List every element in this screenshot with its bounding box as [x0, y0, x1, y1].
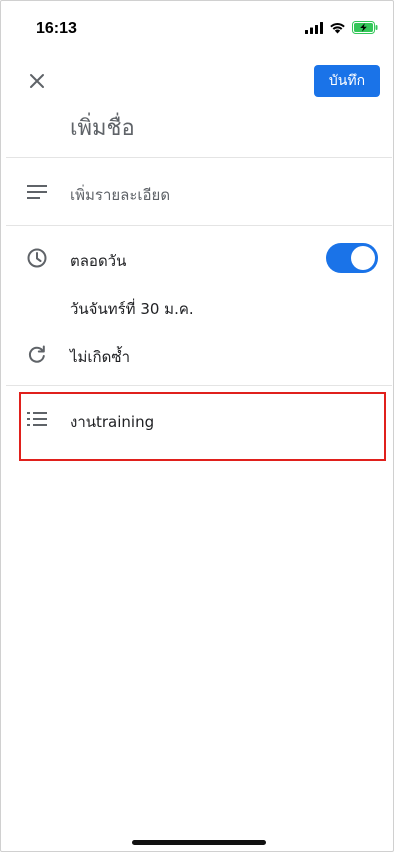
- divider: [6, 385, 392, 386]
- close-button[interactable]: [24, 68, 50, 94]
- wifi-icon: [330, 22, 345, 33]
- all-day-toggle[interactable]: [326, 243, 378, 273]
- highlight-box: [19, 392, 386, 461]
- divider: [6, 225, 392, 226]
- status-icons: [305, 21, 378, 34]
- toggle-knob: [351, 246, 375, 270]
- close-icon: [30, 74, 44, 88]
- repeat-icon: [26, 343, 48, 365]
- divider: [6, 157, 392, 158]
- battery-charging-icon: [352, 21, 378, 34]
- clock-icon: [26, 247, 48, 269]
- date-field[interactable]: วันจันทร์ที่ 30 ม.ค.: [70, 297, 194, 321]
- description-field[interactable]: เพิ่มรายละเอียด: [70, 183, 170, 207]
- notes-icon: [26, 181, 48, 203]
- save-button[interactable]: บันทึก: [314, 65, 380, 97]
- signal-icon: [305, 21, 323, 34]
- status-bar: 16:13: [0, 0, 396, 58]
- repeat-field[interactable]: ไม่เกิดซ้ำ: [70, 345, 130, 369]
- title-input[interactable]: เพิ่มชื่อ: [70, 110, 135, 145]
- status-time: 16:13: [36, 20, 77, 37]
- home-indicator: [132, 840, 266, 845]
- all-day-label: ตลอดวัน: [70, 252, 127, 270]
